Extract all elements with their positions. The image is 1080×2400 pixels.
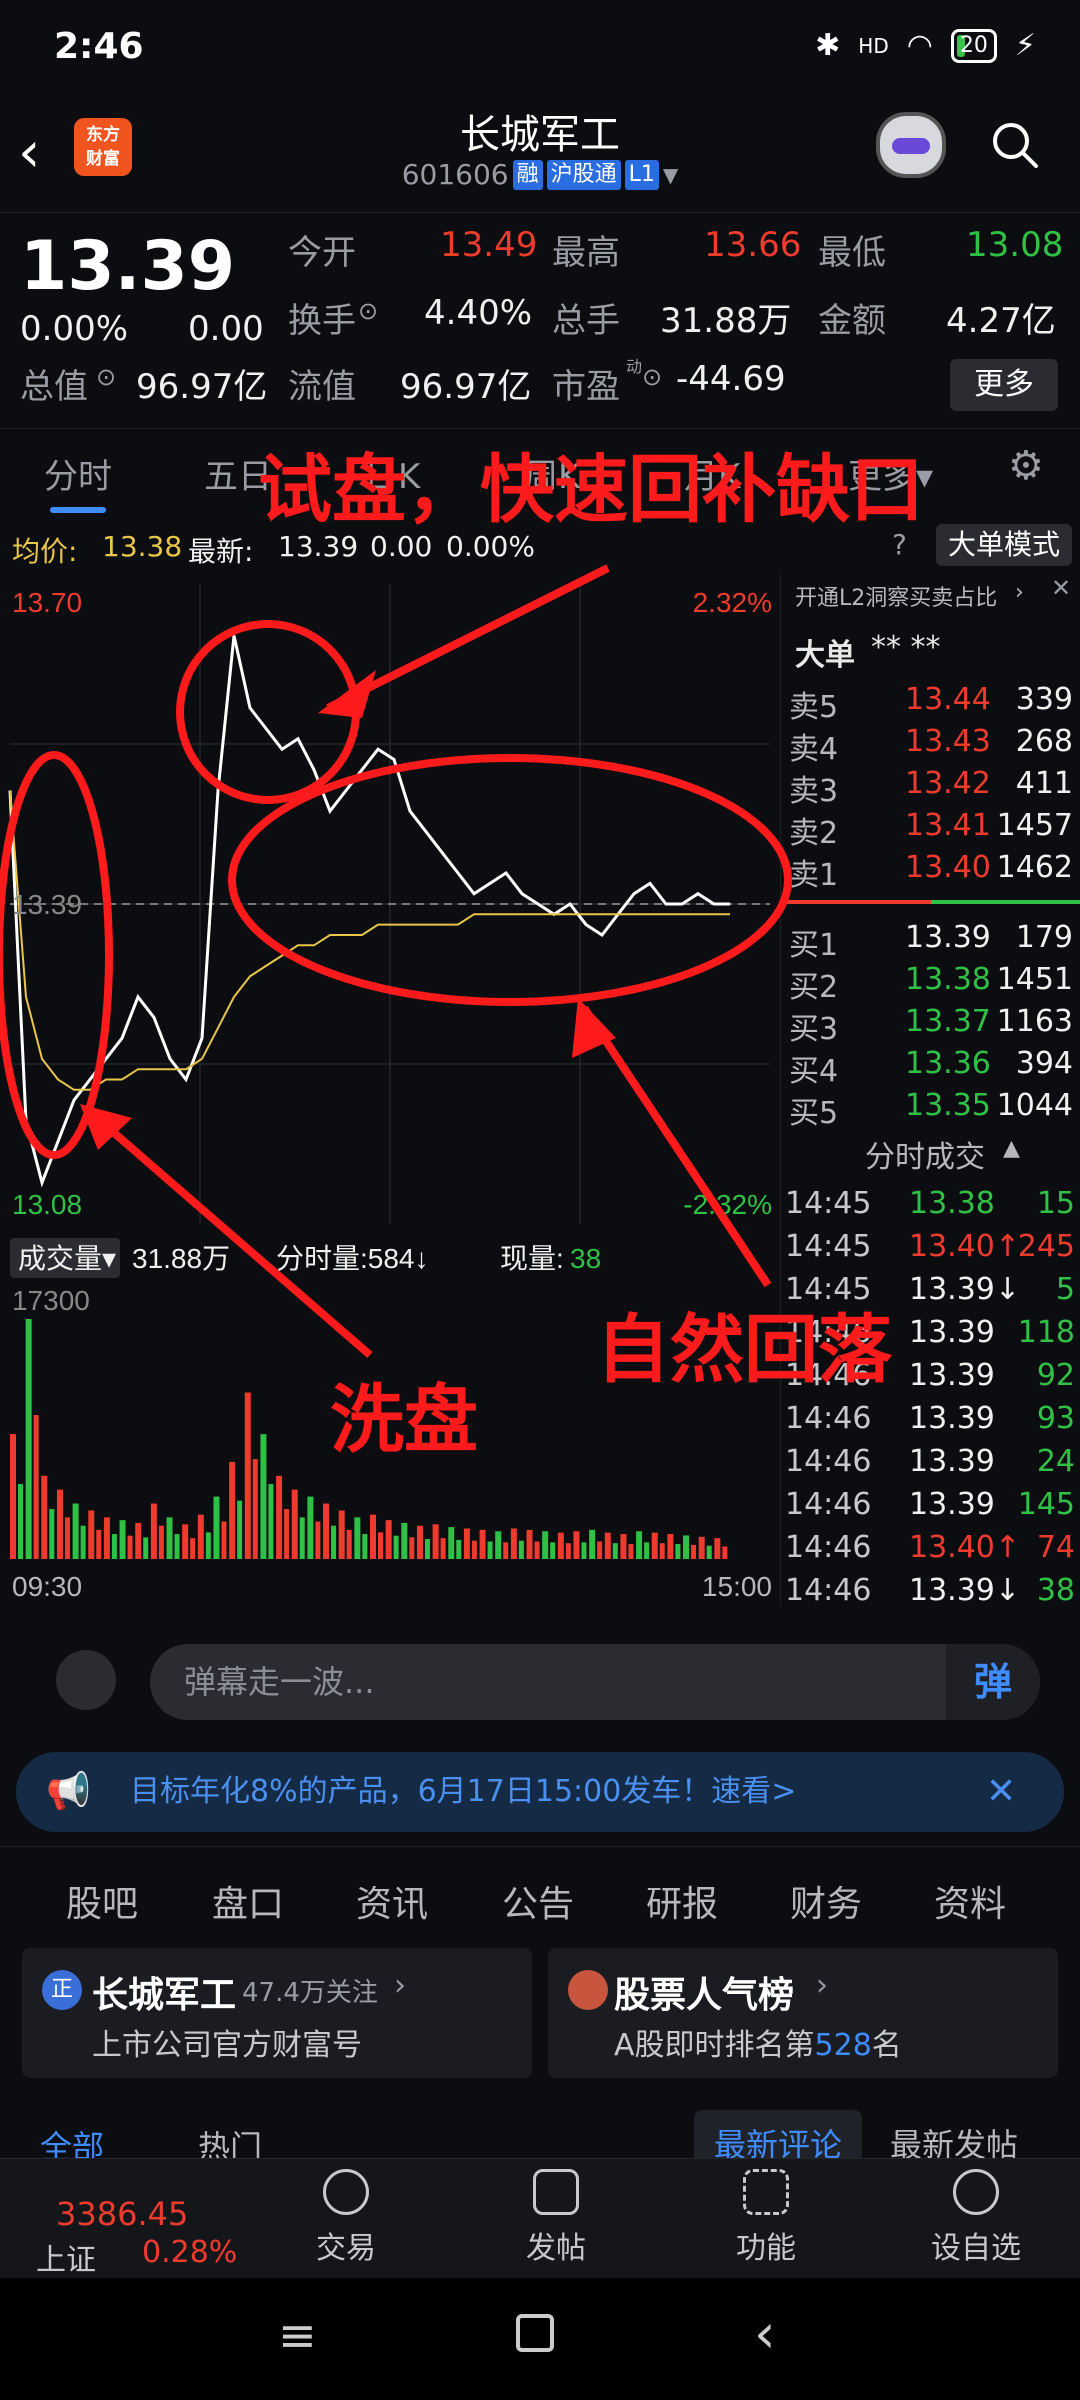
index-pct: 0.28%	[142, 2235, 238, 2270]
card-title: 股票人气榜	[614, 1975, 795, 2016]
low-label: 最低	[818, 233, 886, 273]
stock-code: 601606	[401, 158, 509, 191]
followers: 47.4万关注	[242, 1978, 378, 2008]
amount-value: 4.27亿	[946, 301, 1056, 341]
high-value: 13.66	[704, 225, 802, 265]
mktcap-label: 总值	[20, 367, 88, 407]
volume-label: 总手	[552, 301, 620, 341]
more-dots-icon	[953, 2169, 999, 2215]
card-sub: 上市公司官方财富号	[92, 2028, 362, 2063]
annotation-marks	[0, 564, 792, 1359]
low-value: 13.08	[966, 225, 1064, 265]
charging-icon: ⚡	[1014, 28, 1036, 63]
tag-connect: 沪股通	[546, 159, 621, 190]
danmaku-input[interactable]: 弹幕走一波...	[150, 1644, 1040, 1720]
pe-value: -44.69	[676, 359, 786, 399]
ranking-icon	[568, 1970, 608, 2010]
verified-icon: 正	[42, 1970, 82, 2010]
bluetooth-icon: ✱	[815, 28, 841, 63]
yen-icon	[323, 2169, 369, 2215]
pe-sup: 动	[626, 357, 643, 376]
turnover-label: 换手	[288, 301, 356, 341]
danmaku-send-button[interactable]: 弹	[946, 1644, 1040, 1720]
post-filter-tabs: 全部 热门 最新评论 最新发帖	[0, 2110, 1080, 2176]
stock-header: ‹ 东方 财富 长城军工 601606 融 沪股通 L1 ▼	[0, 100, 1080, 210]
info-icon[interactable]: ⊙	[96, 363, 116, 391]
promo-text: 目标年化8%的产品，6月17日15:00发车！速看>	[130, 1774, 797, 1809]
trade-button[interactable]: 交易	[276, 2169, 416, 2267]
index-ticker[interactable]: 3386.45 上证 0.28%	[20, 2169, 250, 2278]
volume-value: 31.88万	[660, 301, 792, 341]
amount-label: 金额	[818, 301, 886, 341]
tab-finance[interactable]: 财务	[790, 1875, 862, 1927]
status-bar: 2:46 ✱ HD ◠ 20 ⚡	[0, 0, 1080, 100]
robot-assistant-icon[interactable]	[876, 112, 946, 178]
system-nav-bar: ≡ ‹	[0, 2278, 1080, 2400]
signal-icon: HD	[858, 33, 889, 58]
popularity-card[interactable]: 股票人气榜 › A股即时排名第528名	[548, 1948, 1058, 2078]
float-label: 流值	[288, 367, 356, 407]
chevron-right-icon: ›	[816, 1968, 828, 2003]
tab-underline	[50, 507, 106, 513]
section-tabs: 股吧 盘口 资讯 公告 研报 财务 资料	[0, 1846, 1080, 1938]
chevron-right-icon: ›	[394, 1968, 406, 2003]
change-pct: 0.00%	[20, 309, 129, 349]
quote-panel: 13.39 0.00% 0.00 总值 ⊙ 96.97亿 今开 13.49 最高…	[0, 212, 1080, 422]
battery-icon: 20	[950, 28, 997, 63]
tag-margin: 融	[512, 159, 543, 190]
high-label: 最高	[552, 233, 620, 273]
index-value: 3386.45	[56, 2195, 189, 2233]
change-value: 0.00	[188, 309, 264, 349]
bottom-nav: 3386.45 上证 0.28% 交易 发帖 功能 设自选	[0, 2158, 1080, 2278]
avg-value: 13.38	[102, 530, 183, 563]
status-time: 2:46	[54, 26, 144, 67]
mktcap-value: 96.97亿	[136, 367, 268, 407]
megaphone-icon: 📢	[46, 1771, 91, 1812]
post-button[interactable]: 发帖	[486, 2169, 626, 2267]
tab-intraday[interactable]: 分时	[44, 449, 112, 498]
card-title: 长城军工	[92, 1975, 237, 2016]
grid-icon	[743, 2169, 789, 2215]
card-sub: A股即时排名第528名	[614, 2028, 902, 2063]
cards: 正 长城军工 47.4万关注 › 上市公司官方财富号 股票人气榜 › A股即时排…	[0, 1948, 1080, 2084]
tab-profile[interactable]: 资料	[934, 1875, 1006, 1927]
search-icon[interactable]	[990, 120, 1040, 170]
annotation-top: 试盘，快速回补缺口	[258, 447, 924, 533]
tab-news[interactable]: 资讯	[356, 1875, 428, 1927]
back-icon[interactable]: ‹	[754, 2302, 776, 2365]
index-name: 上证	[36, 2243, 96, 2278]
gear-icon[interactable]: ⚙	[1008, 443, 1044, 489]
screen: { "status_bar": {"time": "2:46", "batter…	[0, 0, 1080, 2400]
pe-label: 市盈	[552, 367, 620, 407]
edit-icon	[533, 2169, 579, 2215]
home-icon[interactable]	[516, 2314, 554, 2352]
danmaku-bar: 弹幕走一波... 弹	[0, 1610, 1080, 1742]
add-watchlist-button[interactable]: 设自选	[906, 2169, 1046, 2267]
function-button[interactable]: 功能	[696, 2169, 836, 2267]
float-value: 96.97亿	[400, 367, 532, 407]
more-button[interactable]: 更多	[950, 359, 1058, 411]
info-icon[interactable]: ⊙	[642, 363, 662, 391]
tab-guba[interactable]: 股吧	[66, 1875, 138, 1927]
promo-banner[interactable]: 📢 目标年化8%的产品，6月17日15:00发车！速看> ✕	[16, 1752, 1064, 1832]
tab-notice[interactable]: 公告	[502, 1875, 574, 1927]
turnover-value: 4.40%	[424, 293, 533, 333]
tab-research[interactable]: 研报	[646, 1875, 718, 1927]
open-value: 13.49	[440, 225, 538, 265]
close-icon[interactable]: ✕	[986, 1752, 1016, 1832]
tab-pankou[interactable]: 盘口	[212, 1875, 284, 1927]
status-icons: ✱ HD ◠ 20 ⚡	[815, 28, 1036, 63]
open-label: 今开	[288, 233, 356, 273]
menu-icon[interactable]: ≡	[278, 2308, 317, 2362]
danmaku-toggle-icon[interactable]	[56, 1650, 116, 1710]
wifi-icon: ◠	[906, 28, 933, 63]
dropdown-icon[interactable]: ▼	[663, 163, 678, 187]
tag-level: L1	[624, 159, 659, 190]
official-account-card[interactable]: 正 长城军工 47.4万关注 › 上市公司官方财富号	[22, 1948, 532, 2078]
last-price: 13.39	[20, 227, 236, 306]
info-icon[interactable]: ⊙	[358, 297, 378, 325]
